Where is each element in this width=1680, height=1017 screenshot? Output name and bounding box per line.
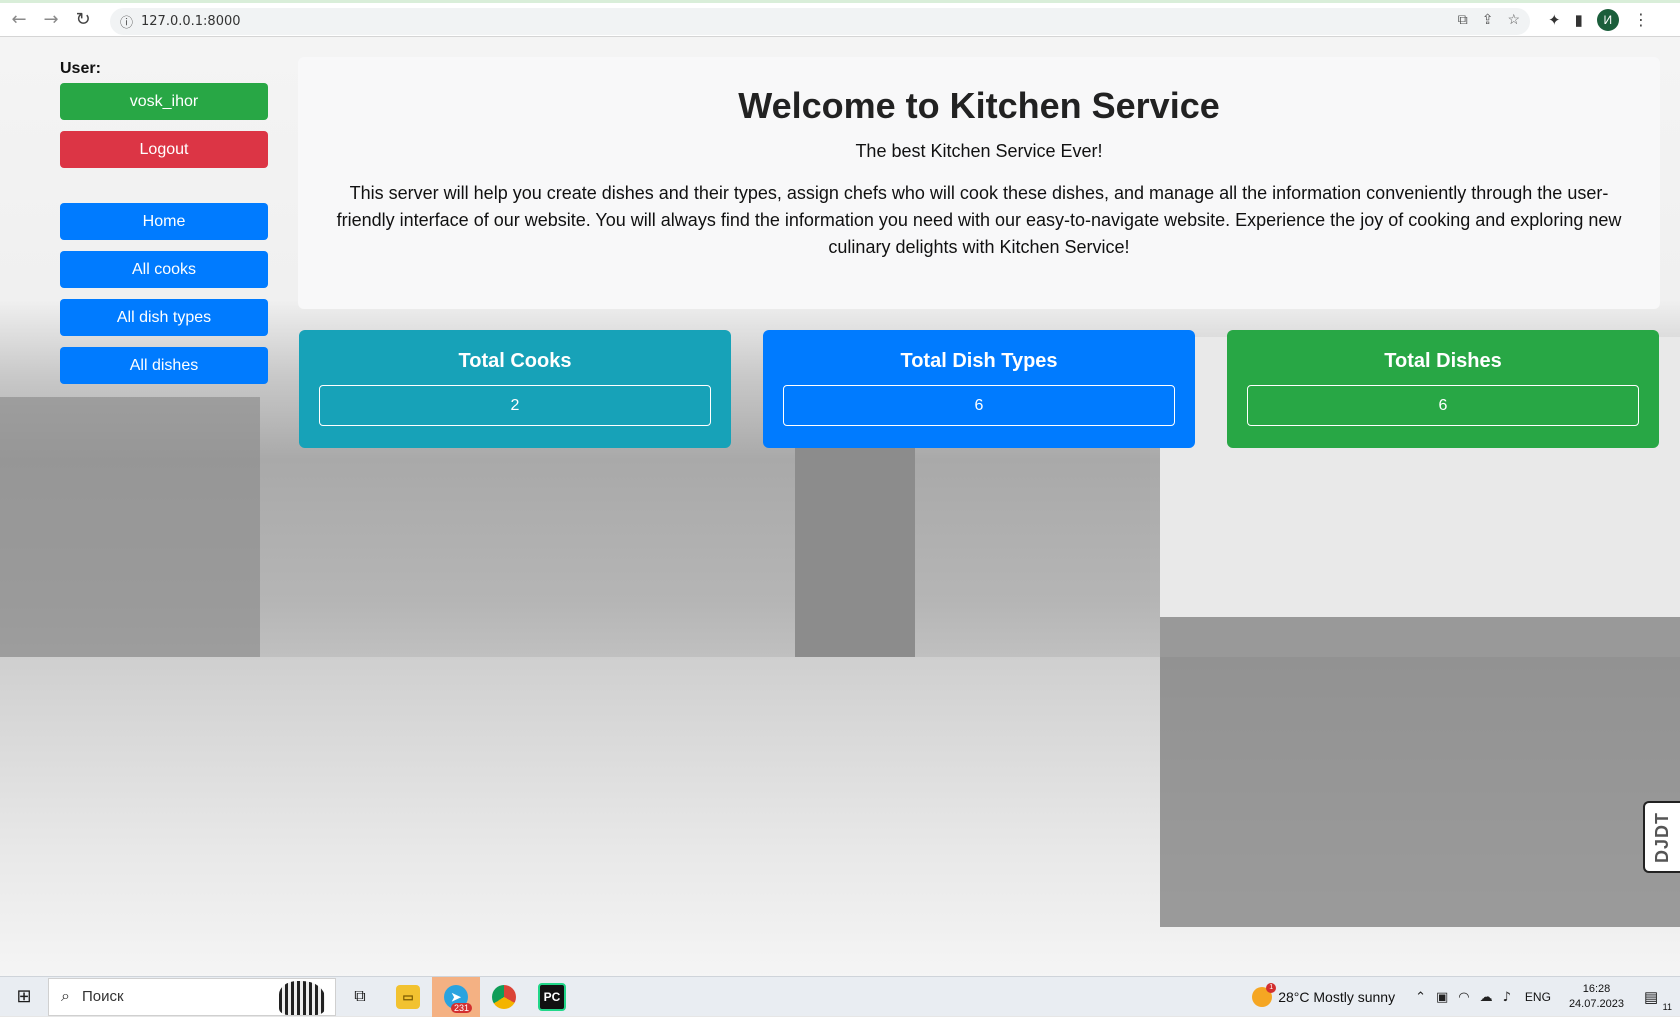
debug-toolbar-handle[interactable]: DJDT <box>1643 801 1680 873</box>
task-view-icon[interactable]: ⧉ <box>336 977 384 1017</box>
clock[interactable]: 16:28 24.07.2023 <box>1569 982 1624 1012</box>
windows-start-icon[interactable]: ⊞ <box>0 986 48 1007</box>
info-icon[interactable]: ⓘ <box>120 12 133 31</box>
nav-all-dishes[interactable]: All dishes <box>60 347 268 384</box>
onedrive-icon[interactable]: ☁ <box>1480 990 1493 1005</box>
logout-button[interactable]: Logout <box>60 131 268 168</box>
clock-time: 16:28 <box>1582 983 1611 995</box>
stat-title: Total Dishes <box>1384 350 1502 372</box>
device-icon[interactable]: ▣ <box>1436 990 1448 1005</box>
menu-icon[interactable]: ⋮ <box>1633 10 1649 30</box>
translate-icon[interactable]: ⧉ <box>1458 11 1468 28</box>
browser-toolbar: ← → ↻ ⓘ 127.0.0.1:8000 ⧉ ⇪ ☆ ✦ ▮ И ⋮ <box>0 0 1680 37</box>
stat-card-dishes: Total Dishes 6 <box>1227 330 1659 448</box>
sidepanel-icon[interactable]: ▮ <box>1575 11 1583 29</box>
stat-value: 6 <box>1247 385 1639 426</box>
stat-value: 2 <box>319 385 711 426</box>
stat-title: Total Cooks <box>458 350 572 372</box>
user-label: User: <box>60 60 101 77</box>
star-icon[interactable]: ☆ <box>1507 11 1520 28</box>
nav-all-cooks[interactable]: All cooks <box>60 251 268 288</box>
file-explorer-icon[interactable]: ▭ <box>384 977 432 1017</box>
taskbar-search[interactable]: ⌕ Поиск <box>48 977 336 1016</box>
telegram-badge: 231 <box>450 1002 472 1013</box>
stat-title: Total Dish Types <box>900 350 1058 372</box>
debug-toolbar-label: DJDT <box>1652 811 1673 863</box>
page-title: Welcome to Kitchen Service <box>738 85 1220 126</box>
nav-all-dish-types[interactable]: All dish types <box>60 299 268 336</box>
stat-card-cooks: Total Cooks 2 <box>299 330 731 448</box>
taskbar: ⊞ ⌕ Поиск ⧉ ▭ ➤ 231 PC 1 28°C Mostly sun… <box>0 976 1680 1017</box>
notifications-icon[interactable]: ▤ 11 <box>1644 988 1674 1012</box>
background-photo-part <box>1160 617 1680 927</box>
zebra-illustration-icon <box>279 980 325 1015</box>
reload-icon[interactable]: ↻ <box>70 7 96 33</box>
address-bar[interactable]: ⓘ 127.0.0.1:8000 ⧉ ⇪ ☆ <box>110 8 1530 35</box>
page-subtitle: The best Kitchen Service Ever! <box>855 141 1103 161</box>
forward-icon[interactable]: → <box>38 7 64 33</box>
wifi-icon[interactable]: ◠ <box>1458 990 1469 1005</box>
stat-value: 6 <box>783 385 1175 426</box>
pycharm-icon[interactable]: PC <box>528 977 576 1017</box>
search-placeholder: Поиск <box>81 988 124 1005</box>
clock-date: 24.07.2023 <box>1568 998 1624 1010</box>
volume-icon[interactable]: ♪ <box>1503 990 1511 1005</box>
page-description: This server will help you create dishes … <box>336 183 1622 257</box>
extensions-icon[interactable]: ✦ <box>1548 11 1561 29</box>
language-indicator[interactable]: ENG <box>1525 990 1551 1004</box>
weather-text: 28°C Mostly sunny <box>1278 989 1396 1005</box>
telegram-icon[interactable]: ➤ 231 <box>432 976 480 1017</box>
back-icon[interactable]: ← <box>6 7 32 33</box>
search-icon: ⌕ <box>61 987 70 1005</box>
chevron-up-icon[interactable]: ⌃ <box>1415 990 1426 1005</box>
welcome-card: Welcome to Kitchen Service The best Kitc… <box>298 57 1660 309</box>
stat-card-dish-types: Total Dish Types 6 <box>763 330 1195 448</box>
share-icon[interactable]: ⇪ <box>1482 11 1494 28</box>
weather-widget[interactable]: 1 28°C Mostly sunny <box>1252 983 1396 1007</box>
background-photo-part <box>0 397 260 657</box>
nav-home[interactable]: Home <box>60 203 268 240</box>
chrome-icon[interactable] <box>480 977 528 1017</box>
username-button[interactable]: vosk_ihor <box>60 83 268 120</box>
weather-sun-icon: 1 <box>1252 983 1277 1007</box>
url-text[interactable]: 127.0.0.1:8000 <box>141 14 241 29</box>
profile-avatar[interactable]: И <box>1596 9 1619 31</box>
